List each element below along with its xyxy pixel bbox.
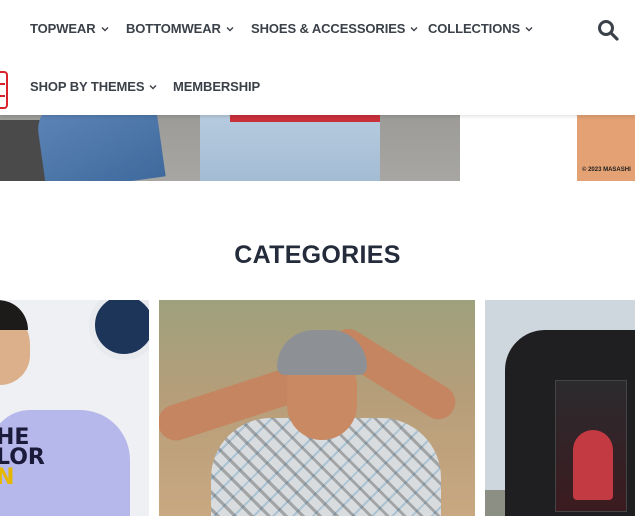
nav-shop-by-themes[interactable]: SHOP BY THEMES — [30, 79, 158, 94]
card-porthole-image — [89, 300, 149, 360]
nav-label: BOTTOMWEAR — [126, 21, 221, 36]
chevron-down-icon — [226, 26, 234, 31]
card-tshirt-print: HE LOR N — [0, 427, 45, 490]
nav-membership[interactable]: MEMBERSHIP — [173, 79, 260, 94]
nav-topwear[interactable]: TOPWEAR — [30, 21, 110, 36]
nav-shoes-accessories[interactable]: SHOES & ACCESSORIES — [251, 21, 419, 36]
category-card[interactable] — [159, 300, 475, 516]
card-model-hair — [0, 300, 28, 330]
nav-label: COLLECTIONS — [428, 21, 521, 36]
chevron-down-icon — [410, 26, 418, 31]
nav-label: SHOP BY THEMES — [30, 79, 145, 94]
chevron-down-icon — [525, 26, 533, 31]
tshirt-print-line: N — [0, 465, 15, 490]
card-graphic-figure — [573, 430, 613, 500]
category-card[interactable]: HE LOR N — [0, 300, 149, 516]
nav-bottomwear[interactable]: BOTTOMWEAR — [126, 21, 235, 36]
category-card[interactable] — [485, 300, 635, 516]
categories-heading: CATEGORIES — [234, 241, 401, 269]
search-icon[interactable] — [596, 18, 620, 42]
chevron-down-icon — [101, 26, 109, 31]
nav-label: MEMBERSHIP — [173, 79, 261, 94]
nav-label: TOPWEAR — [30, 21, 96, 36]
nav-label: SHOES & ACCESSORIES — [251, 21, 406, 36]
nav-collections[interactable]: COLLECTIONS — [428, 21, 534, 36]
site-header: TOPWEAR BOTTOMWEAR SHOES & ACCESSORIES C… — [0, 0, 635, 115]
banner-copyright: © 2023 MASASHI — [582, 167, 631, 173]
brand-logo[interactable] — [0, 71, 8, 109]
chevron-down-icon — [149, 84, 157, 89]
